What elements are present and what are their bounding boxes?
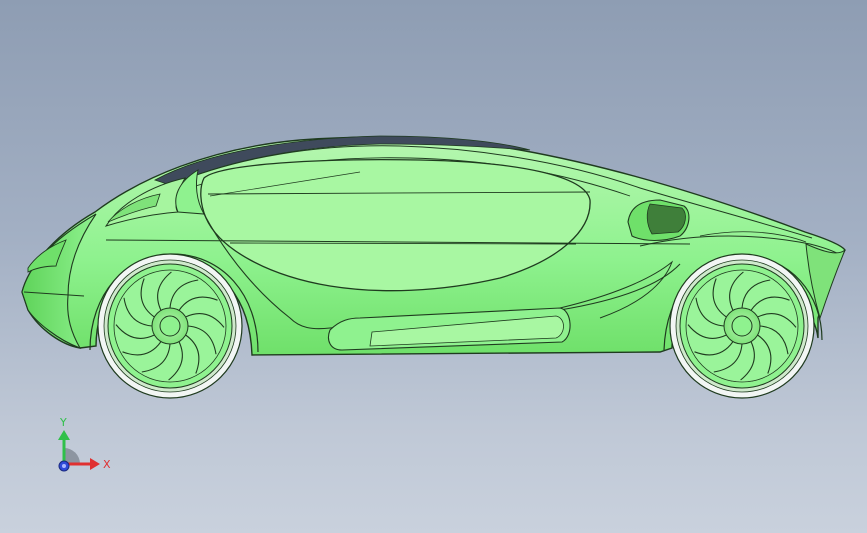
x-axis-label: X (103, 458, 111, 471)
y-axis-label: Y (59, 416, 67, 429)
car-3d-model[interactable] (0, 0, 867, 533)
y-axis-arrow (58, 430, 70, 440)
cad-viewport[interactable]: Y X (0, 0, 867, 533)
rear-wheel (669, 253, 815, 399)
side-mirror-glass (646, 203, 686, 235)
front-wheel (97, 253, 243, 399)
coordinate-triad: Y X (58, 416, 111, 472)
x-axis-arrow (90, 458, 100, 470)
